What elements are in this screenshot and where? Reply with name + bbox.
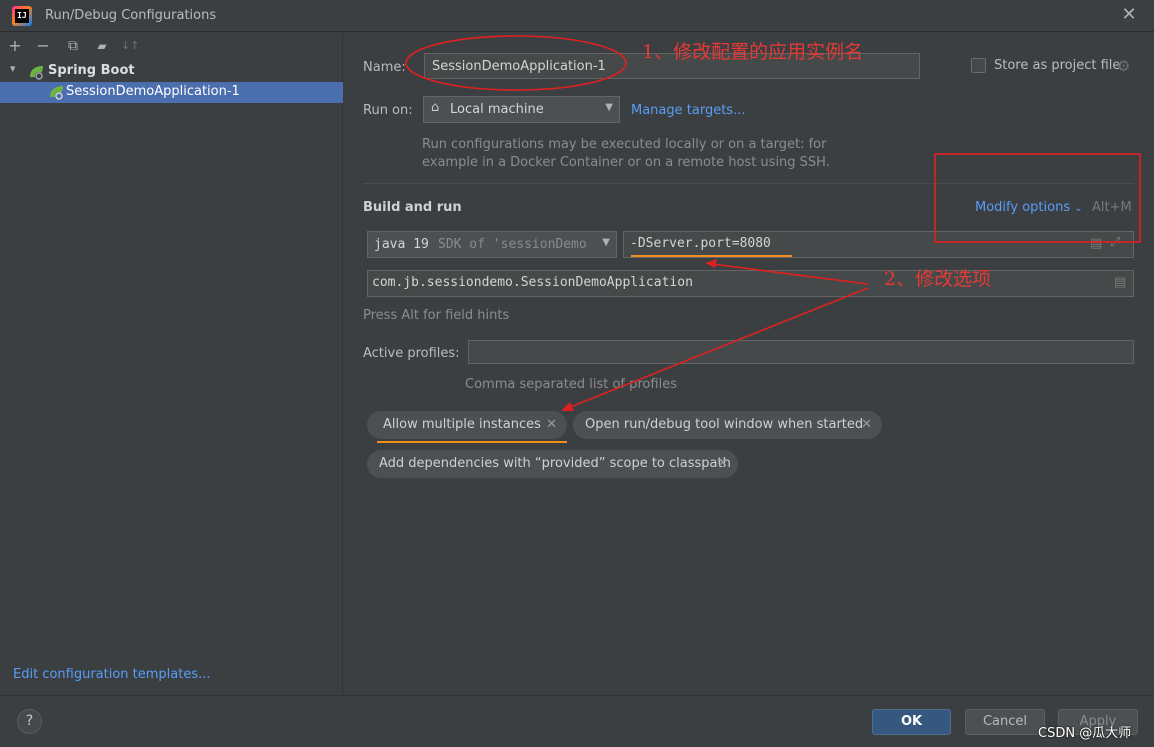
annotation-note-2: 2、修改选项 <box>884 268 992 290</box>
name-highlight-ellipse <box>405 35 627 91</box>
modify-options-highlight-box <box>934 153 1141 243</box>
annotation-overlay <box>405 35 1141 411</box>
annotation-note-1: 1、修改配置的应用实例名 <box>642 41 864 63</box>
arrowhead-vm-options <box>705 259 717 268</box>
arrow-to-vm-options <box>711 263 869 285</box>
arrow-to-chip <box>567 287 869 409</box>
